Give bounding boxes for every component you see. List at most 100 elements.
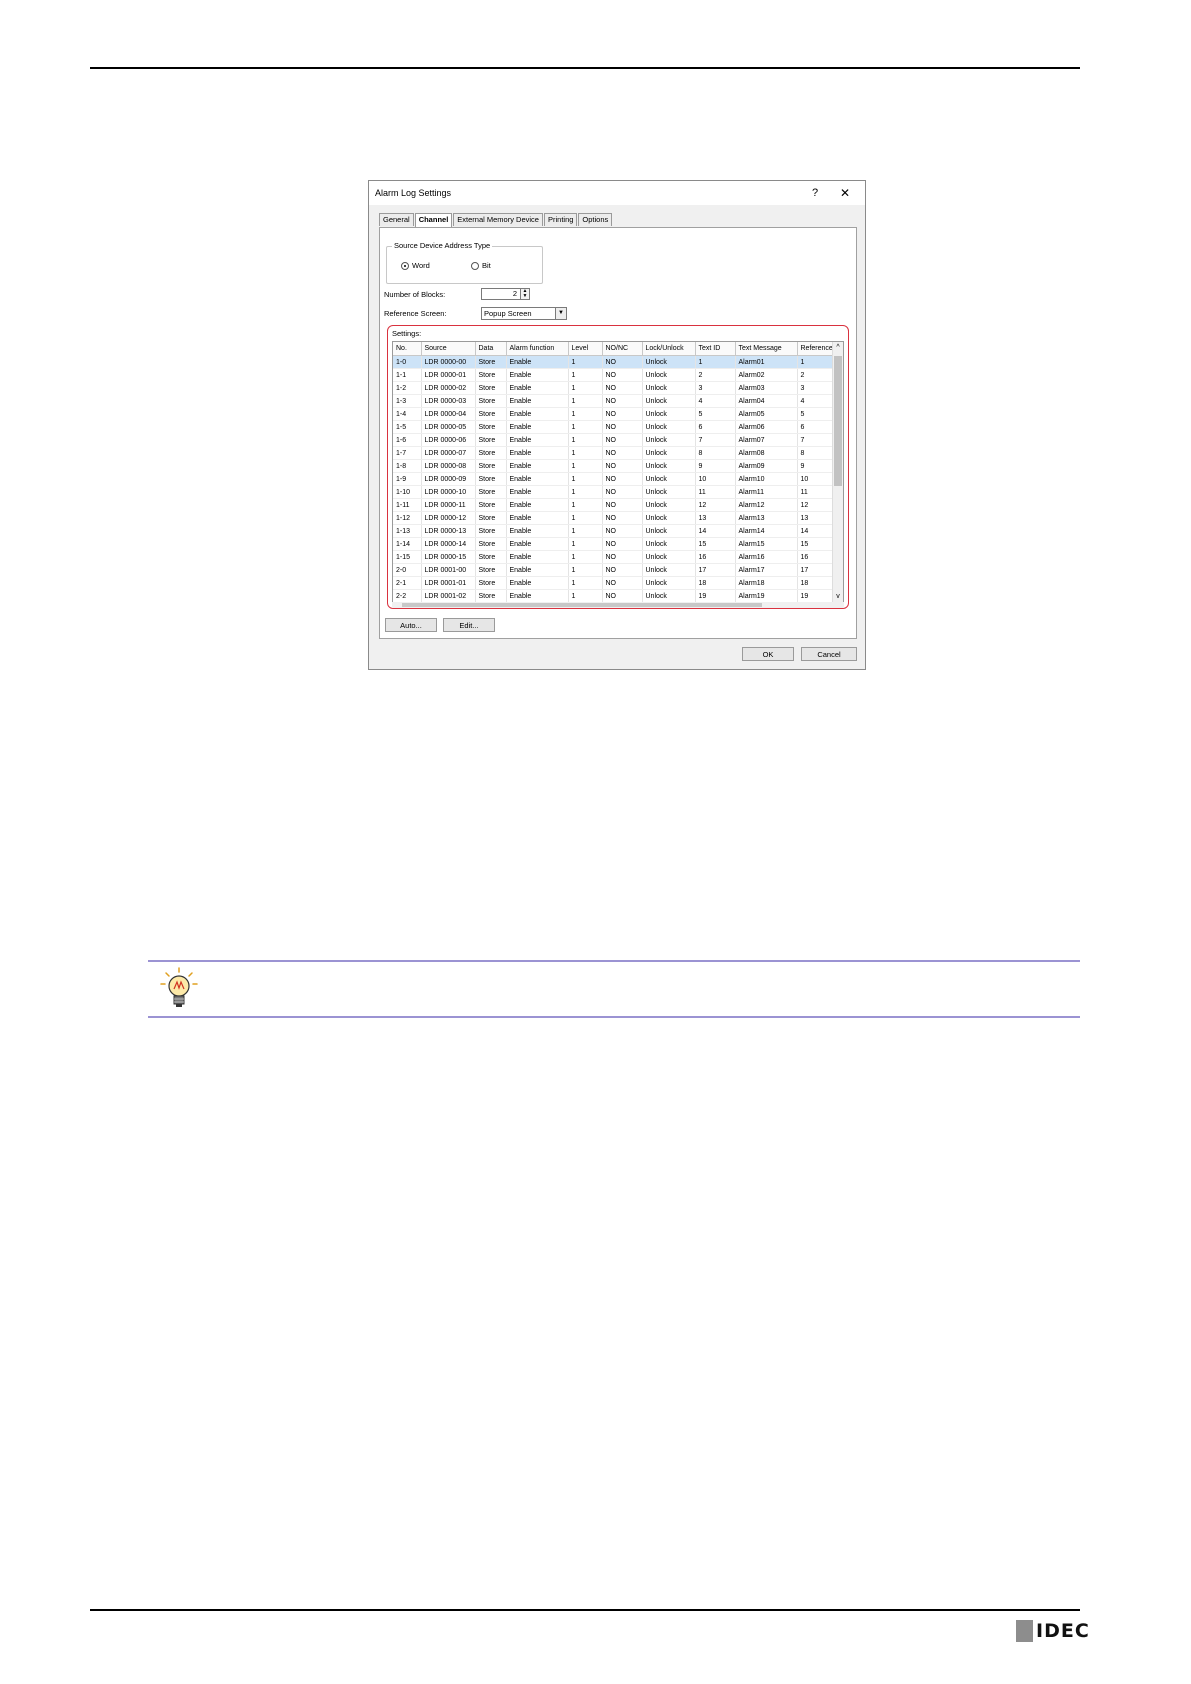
table-row[interactable]: 1-7 LDR 0000-07 Store Enable 1 NO Unlock 8 Alarm… — [393, 446, 843, 460]
table-cell: 1-14 — [393, 537, 422, 551]
vertical-scrollbar[interactable]: ^ v — [832, 342, 843, 603]
table-cell: 1 — [568, 550, 603, 564]
table-cell: NO — [602, 472, 643, 486]
scroll-thumb[interactable] — [834, 356, 842, 486]
table-cell: 1-1 — [393, 368, 422, 382]
table-cell: 1 — [568, 576, 603, 590]
table-cell: 9 — [695, 459, 736, 473]
column-header[interactable]: Lock/Unlock — [642, 342, 696, 356]
dialog-titlebar: Alarm Log Settings ? ✕ — [369, 181, 865, 205]
table-cell: 1-2 — [393, 381, 422, 395]
table-cell: Alarm09 — [735, 459, 798, 473]
table-row[interactable]: 1-0 LDR 0000-00 Store Enable 1 NO Unlock 1 Alarm… — [393, 355, 843, 369]
table-row[interactable]: 2-2 LDR 0001-02 Store Enable 1 NO Unlock 19 Alar… — [393, 589, 843, 603]
table-cell: Unlock — [642, 524, 696, 538]
table-row[interactable]: 1-13 LDR 0000-13 Store Enable 1 NO Unlock 14 Ala… — [393, 524, 843, 538]
close-button[interactable]: ✕ — [835, 185, 855, 201]
table-cell: 6 — [695, 420, 736, 434]
table-row[interactable]: 1-6 LDR 0000-06 Store Enable 1 NO Unlock 7 Alarm… — [393, 433, 843, 447]
table-row[interactable]: 1-9 LDR 0000-09 Store Enable 1 NO Unlock 10 Alar… — [393, 472, 843, 486]
table-row[interactable]: 1-8 LDR 0000-08 Store Enable 1 NO Unlock 9 Alarm… — [393, 459, 843, 473]
table-cell: NO — [602, 550, 643, 564]
table-row[interactable]: 1-14 LDR 0000-14 Store Enable 1 NO Unlock 15 Ala… — [393, 537, 843, 551]
table-cell: 3 — [695, 381, 736, 395]
lightbulb-icon — [160, 967, 198, 1007]
table-row[interactable]: 2-0 LDR 0001-00 Store Enable 1 NO Unlock 17 Alar… — [393, 563, 843, 577]
scroll-up-icon[interactable]: ^ — [833, 343, 843, 353]
table-row[interactable]: 1-12 LDR 0000-12 Store Enable 1 NO Unlock 13 Ala… — [393, 511, 843, 525]
table-row[interactable]: 1-2 LDR 0000-02 Store Enable 1 NO Unlock 3 Alarm… — [393, 381, 843, 395]
tab-general[interactable]: General — [379, 213, 414, 226]
table-cell: 1 — [568, 407, 603, 421]
table-cell: 17 — [695, 563, 736, 577]
table-cell: NO — [602, 498, 643, 512]
column-header[interactable]: Data — [475, 342, 507, 356]
spinner-arrows-icon[interactable]: ▲ ▼ — [520, 288, 530, 300]
table-cell: 15 — [695, 537, 736, 551]
table-cell: NO — [602, 459, 643, 473]
edit-button[interactable]: Edit... — [443, 618, 495, 632]
column-header[interactable]: Text ID — [695, 342, 736, 356]
table-row[interactable]: 1-11 LDR 0000-11 Store Enable 1 NO Unlock 12 Ala… — [393, 498, 843, 512]
table-cell: Unlock — [642, 394, 696, 408]
table-cell: 1-9 — [393, 472, 422, 486]
tab-external-memory-device[interactable]: External Memory Device — [453, 213, 543, 226]
auto-button[interactable]: Auto... — [385, 618, 437, 632]
scroll-down-icon[interactable]: v — [833, 592, 843, 602]
column-header[interactable]: Alarm function — [506, 342, 569, 356]
scroll-thumb[interactable] — [402, 603, 762, 607]
table-cell: 1 — [568, 537, 603, 551]
table-cell: Alarm07 — [735, 433, 798, 447]
table-cell: Alarm04 — [735, 394, 798, 408]
radio-word[interactable]: Word — [401, 261, 430, 270]
table-cell: Enable — [506, 498, 569, 512]
cancel-button[interactable]: Cancel — [801, 647, 857, 661]
table-cell: Enable — [506, 563, 569, 577]
ok-button[interactable]: OK — [742, 647, 794, 661]
header-rule — [90, 67, 1080, 69]
table-cell: Alarm12 — [735, 498, 798, 512]
table-row[interactable]: 1-5 LDR 0000-05 Store Enable 1 NO Unlock 6 Alarm… — [393, 420, 843, 434]
table-cell: Alarm08 — [735, 446, 798, 460]
table-cell: LDR 0000-02 — [421, 381, 476, 395]
table-cell: Alarm05 — [735, 407, 798, 421]
table-cell: 1 — [568, 433, 603, 447]
settings-grid[interactable]: No. Source Data Alarm function Level NO/… — [392, 341, 844, 604]
table-cell: Store — [475, 355, 507, 369]
table-row[interactable]: 2-1 LDR 0001-01 Store Enable 1 NO Unlock 18 Alar… — [393, 576, 843, 590]
table-cell: LDR 0000-08 — [421, 459, 476, 473]
reference-screen-select[interactable]: Popup Screen ▼ — [481, 307, 567, 320]
table-cell: Store — [475, 589, 507, 603]
column-header[interactable]: Source — [421, 342, 476, 356]
tab-printing[interactable]: Printing — [543, 213, 578, 226]
tab-channel[interactable]: Channel — [414, 213, 453, 227]
table-cell: Enable — [506, 524, 569, 538]
radio-bit[interactable]: Bit — [471, 261, 491, 270]
number-of-blocks-input[interactable]: 2 — [481, 288, 521, 300]
table-cell: 1-10 — [393, 485, 422, 499]
number-of-blocks-label: Number of Blocks: — [384, 290, 446, 299]
table-cell: LDR 0000-00 — [421, 355, 476, 369]
column-header[interactable]: No. — [393, 342, 422, 356]
table-cell: Store — [475, 420, 507, 434]
table-cell: 1 — [568, 381, 603, 395]
table-row[interactable]: 1-4 LDR 0000-04 Store Enable 1 NO Unlock 5 Alarm… — [393, 407, 843, 421]
settings-label: Settings: — [392, 329, 422, 338]
column-header[interactable]: Text Message — [735, 342, 798, 356]
table-row[interactable]: 1-10 LDR 0000-10 Store Enable 1 NO Unlock 11 Ala… — [393, 485, 843, 499]
tab-options[interactable]: Options — [578, 213, 613, 226]
hint-bottom-rule — [148, 1016, 1080, 1018]
table-cell: Alarm18 — [735, 576, 798, 590]
table-row[interactable]: 1-3 LDR 0000-03 Store Enable 1 NO Unlock 4 Alarm… — [393, 394, 843, 408]
column-header[interactable]: Level — [568, 342, 603, 356]
help-button[interactable]: ? — [805, 185, 825, 201]
table-cell: 1-13 — [393, 524, 422, 538]
column-header[interactable]: NO/NC — [602, 342, 643, 356]
table-cell: Store — [475, 537, 507, 551]
table-row[interactable]: 1-15 LDR 0000-15 Store Enable 1 NO Unlock 16 Ala… — [393, 550, 843, 564]
table-cell: Store — [475, 433, 507, 447]
table-cell: NO — [602, 433, 643, 447]
table-cell: Alarm15 — [735, 537, 798, 551]
table-row[interactable]: 1-1 LDR 0000-01 Store Enable 1 NO Unlock 2 Alarm… — [393, 368, 843, 382]
horizontal-scrollbar[interactable] — [392, 602, 844, 608]
